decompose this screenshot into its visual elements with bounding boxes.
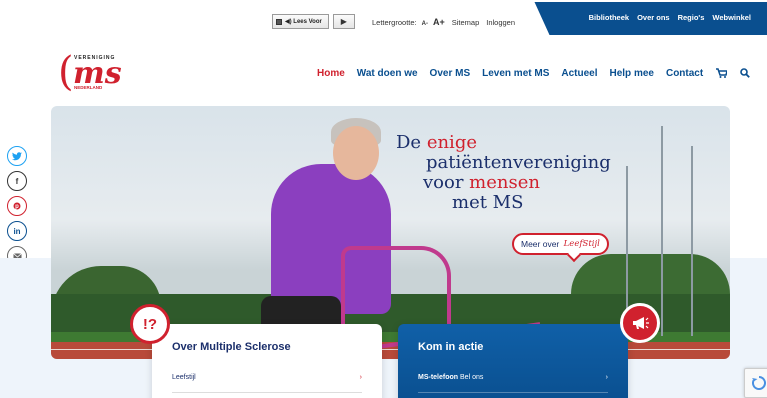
pinterest-icon[interactable]: p: [7, 196, 27, 216]
headline-text: met MS: [452, 192, 524, 213]
leefstijl-cta-button[interactable]: Meer over LeefStijl: [512, 233, 609, 255]
nav-link-regios[interactable]: Regio's: [678, 13, 705, 22]
nav-item-help-mee[interactable]: Help mee: [610, 68, 654, 79]
nav-item-home[interactable]: Home: [317, 68, 345, 79]
readspeaker-logo-icon: [276, 18, 282, 25]
headline-highlight: mensen: [469, 172, 540, 193]
headline-text: voor: [423, 172, 470, 193]
headline-text: patiëntenvereniging: [426, 152, 611, 173]
card-link-ms-telefoon[interactable]: MS-telefoon Bel ons ›: [418, 374, 608, 381]
card-link-leefstijl[interactable]: Leefstijl ›: [172, 374, 362, 381]
font-increase-button[interactable]: A+: [433, 17, 445, 27]
cta-highlight: LeefStijl: [563, 239, 600, 249]
read-aloud-label: ◀) Lees Voor: [285, 19, 322, 25]
logo-paren: (: [58, 49, 74, 95]
play-button[interactable]: ▶: [332, 14, 355, 29]
nav-item-actueel[interactable]: Actueel: [561, 68, 597, 79]
readspeaker-bar: ◀) Lees Voor ▶: [272, 14, 355, 29]
nav-item-leven-met-ms[interactable]: Leven met MS: [482, 68, 549, 79]
hero-person-head: [333, 126, 379, 180]
read-aloud-button[interactable]: ◀) Lees Voor: [272, 14, 329, 29]
nav-item-wat-doen-we[interactable]: Wat doen we: [357, 68, 418, 79]
chevron-right-icon: ›: [605, 374, 608, 381]
login-link[interactable]: Inloggen: [486, 18, 515, 27]
cart-icon[interactable]: [715, 67, 727, 79]
nav-link-bibliotheek[interactable]: Bibliotheek: [589, 13, 629, 22]
search-icon[interactable]: [739, 67, 751, 79]
chevron-right-icon: ›: [359, 374, 362, 381]
svg-text:p: p: [15, 204, 19, 210]
logo-bottom-text: NEDERLAND: [74, 85, 103, 90]
fontsize-label: Lettergrootte:: [372, 18, 417, 27]
card-link-label: Leefstijl: [172, 374, 196, 381]
headline-highlight: enige: [426, 132, 477, 153]
nav-item-contact[interactable]: Contact: [666, 68, 703, 79]
font-decrease-button[interactable]: A-: [422, 21, 428, 27]
card-over-ms: Over Multiple Sclerose Leefstijl ›: [152, 324, 382, 398]
utility-links: Lettergrootte: A- A+ Sitemap Inloggen: [372, 17, 515, 27]
main-nav: Home Wat doen we Over MS Leven met MS Ac…: [317, 67, 751, 79]
floodlight-pole: [691, 146, 693, 336]
floodlight-pole: [661, 126, 663, 336]
nav-item-over-ms[interactable]: Over MS: [430, 68, 471, 79]
facebook-icon[interactable]: f: [7, 171, 27, 191]
headline-text: De: [396, 132, 427, 153]
sitemap-link[interactable]: Sitemap: [452, 18, 480, 27]
card-title: Kom in actie: [418, 341, 484, 353]
card-link-label: Bel ons: [460, 374, 484, 381]
nav-link-over-ons[interactable]: Over ons: [637, 13, 670, 22]
card-kom-in-actie: Kom in actie MS-telefoon Bel ons ›: [398, 324, 628, 398]
divider: [172, 392, 362, 393]
card-title: Over Multiple Sclerose: [172, 341, 291, 353]
cta-label: Meer over: [521, 239, 560, 249]
secondary-nav-bar: Bibliotheek Over ons Regio's Webwinkel: [534, 2, 767, 35]
twitter-icon[interactable]: [7, 146, 27, 166]
question-exclamation-icon: !?: [130, 304, 170, 344]
divider: [418, 392, 608, 393]
hero-headline: De enige patiëntenvereniging voor mensen…: [396, 133, 636, 213]
card-link-bold: MS-telefoon: [418, 374, 459, 381]
secondary-nav: Bibliotheek Over ons Regio's Webwinkel: [589, 13, 751, 22]
linkedin-icon[interactable]: in: [7, 221, 27, 241]
megaphone-icon: [620, 303, 660, 343]
nav-link-webwinkel[interactable]: Webwinkel: [712, 13, 751, 22]
recaptcha-badge[interactable]: [744, 368, 767, 398]
site-logo[interactable]: ( VERENIGING ms NEDERLAND: [58, 52, 128, 94]
social-share-bar: f p in: [7, 146, 27, 266]
play-icon: ▶: [340, 17, 347, 26]
